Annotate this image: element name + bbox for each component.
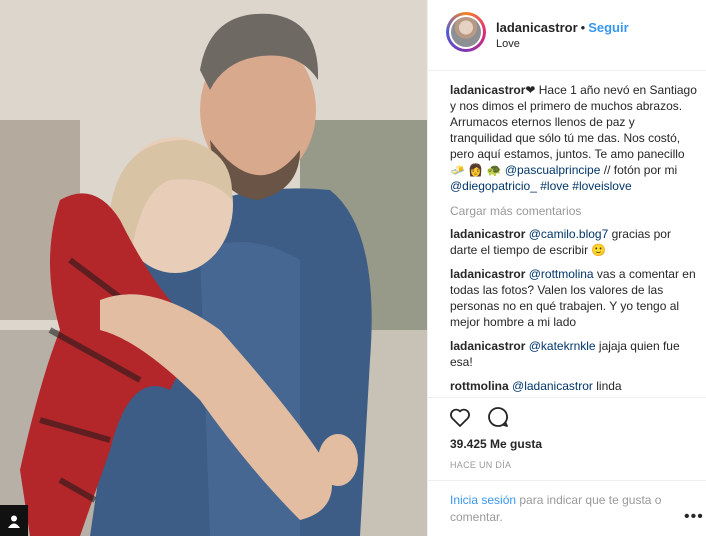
comment-item: ladanicastror @katekrnkle jajaja quien f… [450,338,700,370]
comment-item: ladanicastror @rottmolina vas a comentar… [450,266,700,330]
comment-icon[interactable] [486,405,512,431]
login-link[interactable]: Inicia sesión [450,493,516,507]
heart-icon[interactable] [448,405,474,431]
instagram-post: ladanicastror • Seguir Love ladanicastror❤… [0,0,706,536]
comment-mention[interactable]: @katekrnkle [529,339,596,353]
separator-dot: • [580,20,586,35]
photo-illustration [0,0,427,536]
caption-hashtag-loveislove[interactable]: #loveislove [572,179,631,193]
comment-item: rottmolina @ladanicastror linda [450,378,700,394]
header-user-row: ladanicastror • Seguir [496,20,629,35]
header-username[interactable]: ladanicastror [496,20,578,35]
comment-item: ladanicastror @camilo.blog7 gracias por … [450,226,700,258]
login-divider [428,480,706,481]
comment-username[interactable]: ladanicastror [450,339,525,353]
caption-mention-2[interactable]: @diegopatricio_ [450,179,537,193]
load-more-comments-button[interactable]: Cargar más comentarios [450,203,700,219]
caption-hashtag-love[interactable]: #love [540,179,569,193]
comments-list: ladanicastror❤ Hace 1 año nevó en Santia… [450,82,700,402]
follow-button[interactable]: Seguir [588,20,628,35]
comment-text: linda [592,379,622,393]
more-options-icon[interactable]: ••• [684,508,704,526]
avatar[interactable] [446,12,486,52]
login-prompt: Inicia sesión para indicar que te gusta … [450,492,680,526]
post-sidebar: ladanicastror • Seguir Love ladanicastror❤… [427,0,706,536]
caption-mention-1[interactable]: @pascualprincipe [505,163,601,177]
comment-mention[interactable]: @camilo.blog7 [529,227,609,241]
comment-username[interactable]: rottmolina [450,379,509,393]
post-header: ladanicastror • Seguir Love [428,0,706,71]
actions-divider [428,397,706,398]
comment-username[interactable]: ladanicastror [450,227,525,241]
comment-mention[interactable]: @ladanicastror [512,379,593,393]
comment-mention[interactable]: @rottmolina [529,267,594,281]
caption-text-2: // fotón por mi [600,163,678,177]
likes-count[interactable]: 39.425 Me gusta [450,437,542,451]
comment-username[interactable]: ladanicastror [450,267,525,281]
location-link[interactable]: Love [496,38,520,50]
post-timestamp[interactable]: HACE UN DÍA [450,460,511,470]
caption-username[interactable]: ladanicastror [450,83,525,97]
user-tag-icon[interactable] [0,505,28,536]
post-photo[interactable] [0,0,427,536]
caption: ladanicastror❤ Hace 1 año nevó en Santia… [450,82,700,194]
